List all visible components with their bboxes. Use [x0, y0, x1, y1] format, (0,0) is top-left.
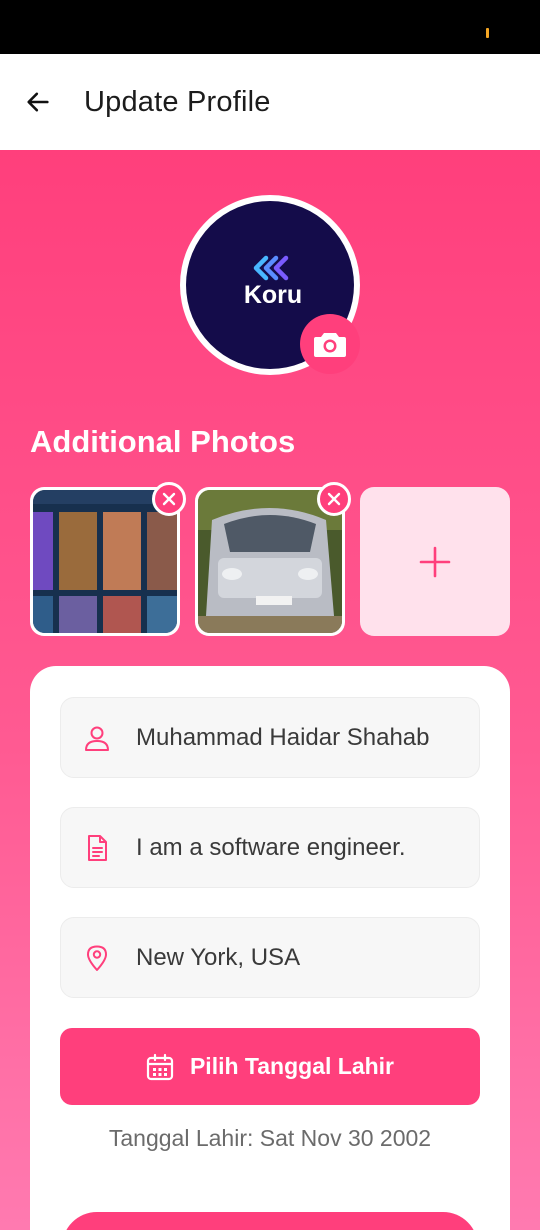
status-bar	[0, 0, 540, 54]
add-photo-button[interactable]	[360, 487, 510, 636]
page-title: Update Profile	[84, 86, 271, 118]
save-profile-button[interactable]	[62, 1212, 478, 1230]
logo-text: Koru	[243, 281, 303, 309]
photo-thumbnail	[33, 490, 177, 633]
pick-birthdate-label: Pilih Tanggal Lahir	[189, 1053, 395, 1079]
document-icon	[88, 835, 107, 861]
status-indicator	[486, 28, 489, 38]
close-icon	[327, 492, 341, 506]
name-value: Muhammad Haidar Shahab	[136, 724, 430, 751]
app-bar: Update Profile	[0, 54, 540, 150]
calendar-icon	[146, 1053, 174, 1080]
person-icon	[85, 726, 109, 751]
bio-value: I am a software engineer.	[136, 834, 406, 861]
back-button[interactable]	[20, 84, 56, 120]
change-photo-button[interactable]	[300, 314, 360, 374]
location-pin-icon	[87, 945, 107, 971]
photo-thumbnail	[198, 490, 342, 633]
camera-icon	[314, 333, 346, 357]
plus-icon	[419, 546, 451, 577]
additional-photos-title: Additional Photos	[30, 424, 296, 459]
close-icon	[162, 492, 176, 506]
bio-field[interactable]: I am a software engineer.	[60, 807, 480, 888]
remove-photo-2-button[interactable]	[317, 482, 351, 516]
koru-logo-icon	[253, 255, 289, 281]
back-arrow-icon	[27, 92, 49, 112]
birthdate-info: Tanggal Lahir: Sat Nov 30 2002	[108, 1125, 432, 1151]
name-field[interactable]: Muhammad Haidar Shahab	[60, 697, 480, 778]
pick-birthdate-button[interactable]: Pilih Tanggal Lahir	[60, 1028, 480, 1105]
remove-photo-1-button[interactable]	[152, 482, 186, 516]
location-field[interactable]: New York, USA	[60, 917, 480, 998]
location-value: New York, USA	[136, 944, 301, 971]
